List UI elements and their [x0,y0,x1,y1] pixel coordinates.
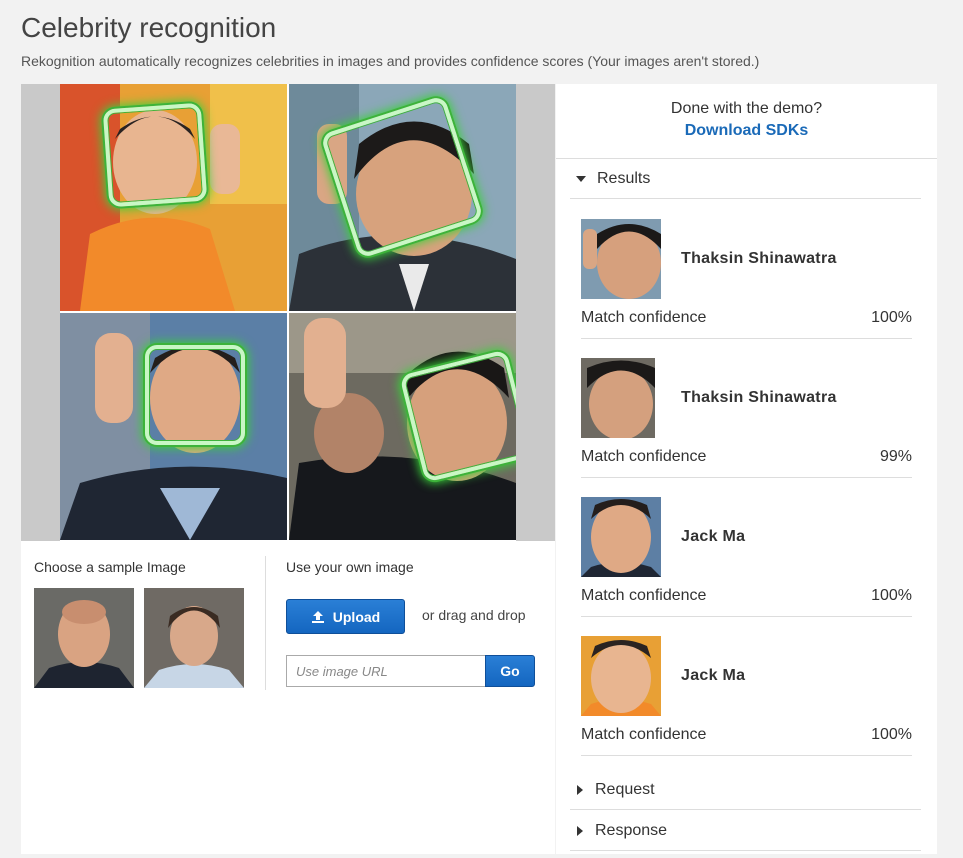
result-item: Jack Ma Match confidence 100% [581,636,912,756]
result-face-thumbnail [581,219,661,299]
demo-done-box: Done with the demo? Download SDKs [556,84,937,159]
go-button[interactable]: Go [485,655,535,687]
upload-button[interactable]: Upload [286,599,405,634]
celebrity-name: Jack Ma [681,528,746,545]
caret-down-icon [576,175,586,182]
result-face-thumbnail [581,497,661,577]
own-image-label: Use your own image [286,559,414,575]
page-title: Celebrity recognition [21,12,277,43]
celebrity-name: Jack Ma [681,667,746,684]
result-item: Jack Ma Match confidence 100% [581,497,912,617]
sample-image-1[interactable] [34,588,134,688]
result-face-thumbnail [581,636,661,716]
analyzed-image-collage [60,84,516,541]
collage-photo-3 [60,313,287,540]
response-header[interactable]: Response [570,811,921,851]
drag-drop-text: or drag and drop [422,607,526,623]
face-box [145,345,245,445]
result-item: Thaksin Shinawatra Match confidence 100% [581,219,912,339]
request-header[interactable]: Request [570,770,921,810]
request-header-label: Request [595,780,655,798]
analyzed-image-area [21,84,555,541]
download-sdks-link[interactable]: Download SDKs [685,122,809,140]
caret-right-icon [577,825,583,836]
match-confidence-label: Match confidence [581,448,707,465]
celebrity-name: Thaksin Shinawatra [681,389,837,406]
upload-icon [311,610,324,623]
results-panel: Done with the demo? Download SDKs Result… [556,84,937,854]
match-confidence-label: Match confidence [581,309,707,326]
sample-images-label: Choose a sample Image [34,559,186,575]
sample-images-section: Choose a sample Image [34,559,244,688]
match-confidence-value: 100% [871,726,912,743]
collage-photo-1 [60,84,287,311]
page-subtitle: Rekognition automatically recognizes cel… [21,53,760,69]
image-url-input[interactable] [286,655,486,687]
results-header-label: Results [597,169,651,187]
result-item: Thaksin Shinawatra Match confidence 99% [581,358,912,478]
match-confidence-value: 100% [871,309,912,326]
result-face-thumbnail [581,358,661,438]
response-header-label: Response [595,821,668,839]
collage-photo-2 [289,84,516,311]
sample-image-2[interactable] [144,588,244,688]
demo-input-panel: Choose a sample Image Use your own image [21,84,555,854]
match-confidence-value: 100% [871,587,912,604]
own-image-section: Use your own image Upload or drag and dr… [286,559,546,687]
section-divider [265,556,266,690]
demo-question: Done with the demo? [670,100,823,117]
match-confidence-value: 99% [879,448,912,465]
collage-photo-4 [289,313,516,540]
caret-right-icon [577,784,583,795]
celebrity-name: Thaksin Shinawatra [681,250,837,267]
results-header[interactable]: Results [570,159,921,199]
upload-button-label: Upload [332,608,381,625]
match-confidence-label: Match confidence [581,726,707,743]
match-confidence-label: Match confidence [581,587,707,604]
face-box [102,102,208,208]
